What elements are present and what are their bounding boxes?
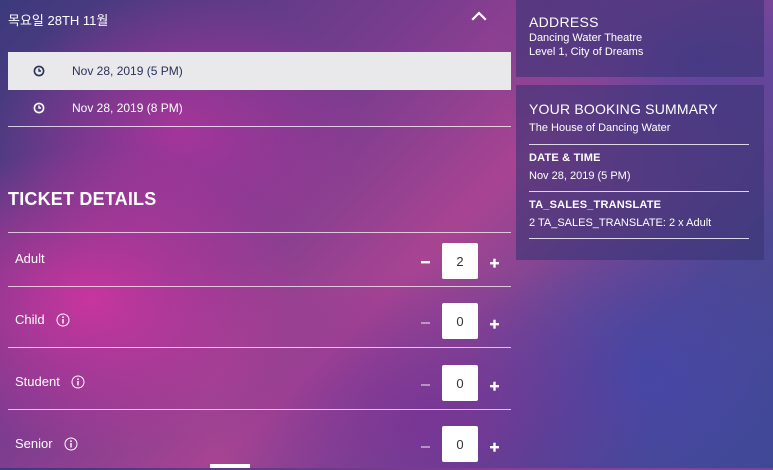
address-location: Level 1, City of Dreams [529,46,644,58]
showtime-label: Nov 28, 2019 (5 PM) [72,64,183,78]
summary-date-time-title: DATE & TIME [529,152,601,164]
minus-icon[interactable] [419,255,433,269]
minus-icon[interactable] [419,440,433,454]
ticket-row-senior: Senior 0 [8,409,511,470]
ticket-details-title: TICKET DETAILS [8,189,157,209]
ticket-label-text: Student [15,374,60,389]
info-icon[interactable] [71,375,85,389]
address-title: ADDRESS [529,14,599,30]
plus-icon[interactable] [488,256,502,270]
ticket-label-text: Child [15,312,45,327]
address-venue: Dancing Water Theatre [529,32,643,44]
booking-summary-panel: YOUR BOOKING SUMMARY The House of Dancin… [516,85,764,260]
booking-form: 목요일 28TH 11월 Nov 28, 2019 (5 PM) Nov 28,… [8,0,511,468]
info-icon[interactable] [56,313,70,327]
info-icon[interactable] [64,437,78,451]
summary-date-time-value: Nov 28, 2019 (5 PM) [529,170,631,182]
summary-title: YOUR BOOKING SUMMARY [529,101,718,117]
showtime-option-5pm[interactable]: Nov 28, 2019 (5 PM) [8,52,511,90]
date-title: 목요일 28TH 11월 [8,13,109,28]
address-panel: ADDRESS Dancing Water Theatre Level 1, C… [516,0,764,77]
bottom-scroll-indicator [210,464,250,468]
clock-icon [33,102,45,113]
plus-icon[interactable] [488,379,502,393]
ticket-label: Student [15,374,85,389]
ticket-row-student: Student 0 [8,347,511,408]
summary-divider [529,238,749,239]
summary-show-name: The House of Dancing Water [529,122,671,134]
ticket-row-child: Child 0 [8,286,511,347]
plus-icon[interactable] [488,440,502,454]
date-accordion-header[interactable]: 목요일 28TH 11월 [8,0,511,38]
chevron-up-icon[interactable] [469,8,489,24]
summary-divider [529,191,749,192]
ticket-label-text: Adult [15,251,45,266]
plus-icon[interactable] [488,317,502,331]
ticket-label: Senior [15,436,78,451]
quantity-field-child[interactable]: 0 [442,303,478,339]
ticket-label: Adult [15,251,45,266]
quantity-field-student[interactable]: 0 [442,365,478,401]
ticket-row-adult: Adult 2 [8,232,511,293]
summary-sales-title: TA_SALES_TRANSLATE [529,199,662,211]
quantity-field-adult[interactable]: 2 [442,243,478,279]
summary-sales-value: 2 TA_SALES_TRANSLATE: 2 x Adult [529,217,712,229]
clock-icon [33,65,45,77]
showtime-label: Nov 28, 2019 (8 PM) [72,100,183,115]
minus-icon[interactable] [419,316,433,330]
ticket-label: Child [15,312,70,327]
showtime-option-8pm[interactable]: Nov 28, 2019 (8 PM) [8,89,511,127]
ticket-label-text: Senior [15,436,53,451]
summary-divider [529,144,749,145]
quantity-field-senior[interactable]: 0 [442,426,478,462]
minus-icon[interactable] [419,378,433,392]
